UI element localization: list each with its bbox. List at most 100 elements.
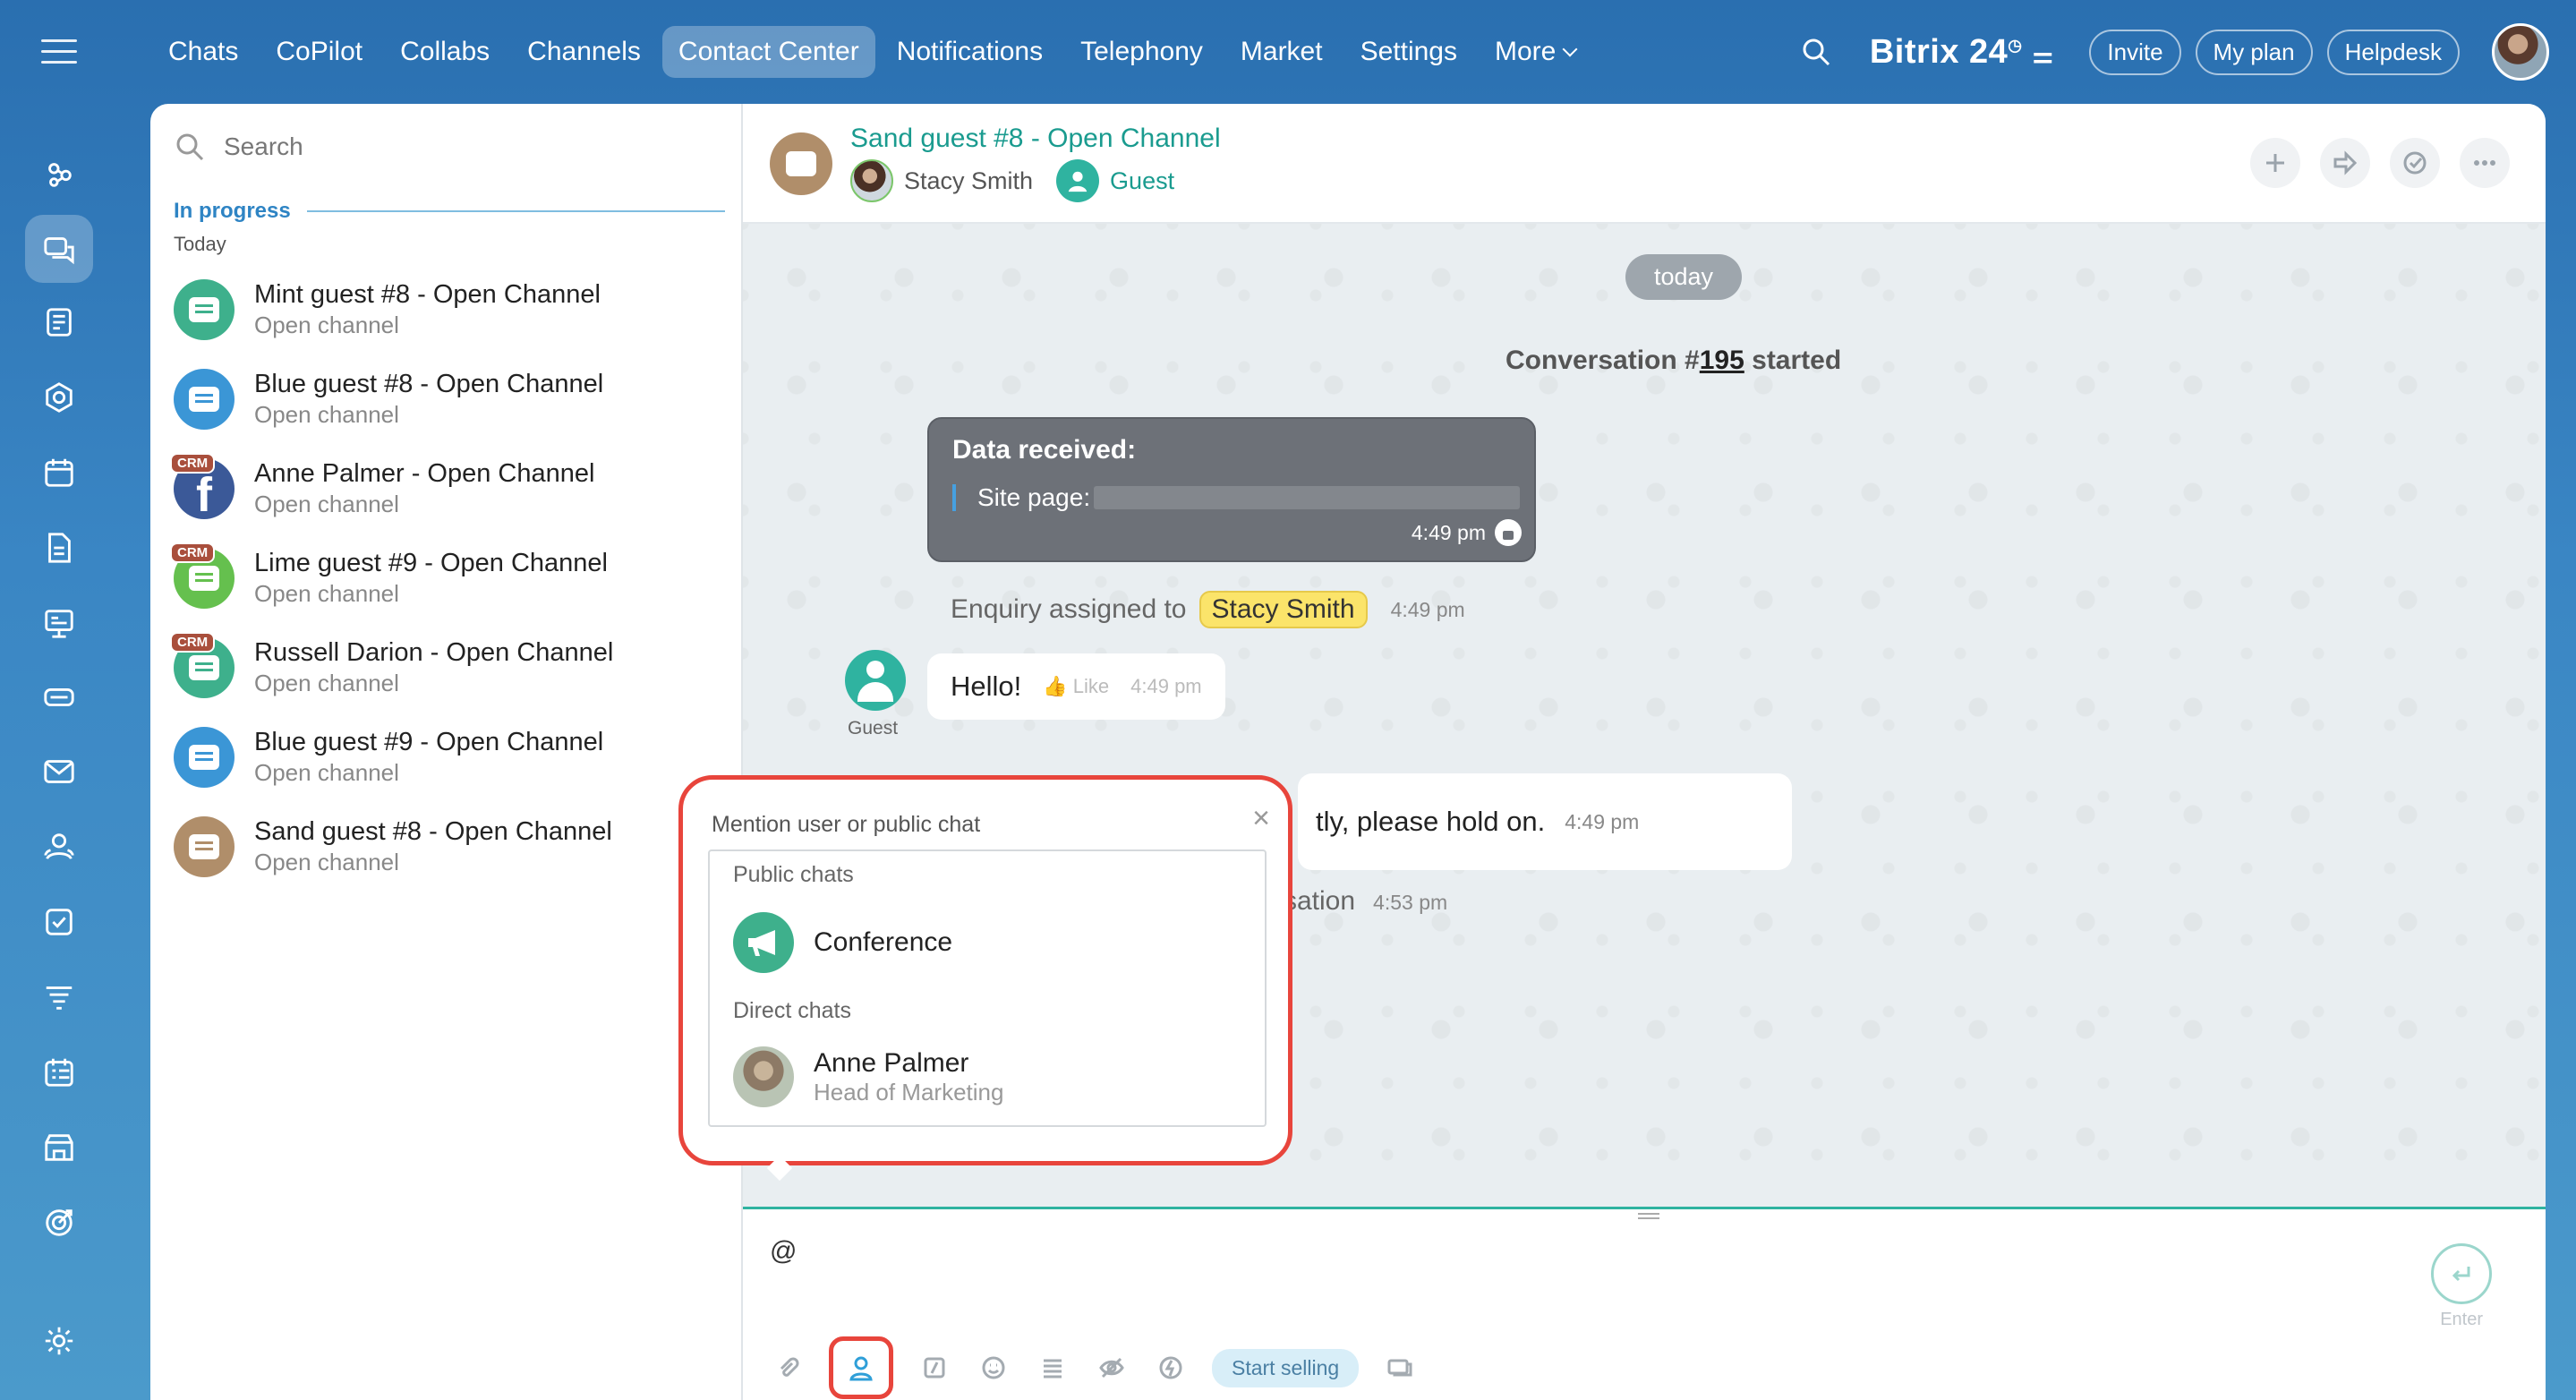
system-message: rsation 4:53 pm <box>1275 886 1447 917</box>
mention-item-anne-palmer[interactable]: Anne Palmer Head of Marketing <box>733 1046 1003 1107</box>
brand-logo[interactable]: Bitrix 24◷ ⚌ <box>1870 33 2054 72</box>
menu-icon[interactable] <box>41 39 77 66</box>
nav-chats[interactable]: Chats <box>152 26 254 78</box>
site-page-label: Site page: <box>977 483 1091 511</box>
nav-more[interactable]: More <box>1479 26 1591 78</box>
start-selling-button[interactable]: Start selling <box>1212 1348 1360 1387</box>
conversation-number-link[interactable]: 195 <box>1700 346 1744 375</box>
nav-channels[interactable]: Channels <box>511 26 657 78</box>
operator-name[interactable]: Stacy Smith <box>904 167 1033 195</box>
mention-item-conference[interactable]: Conference <box>733 912 952 973</box>
like-button[interactable]: 👍 Like <box>1043 675 1109 698</box>
hidden-message-icon[interactable] <box>1094 1350 1130 1386</box>
list-item[interactable]: f CRM Anne Palmer - Open Channel Open cha… <box>170 448 729 530</box>
chat-title: Blue guest #9 - Open Channel <box>254 728 604 756</box>
screen-icon[interactable] <box>1382 1350 1418 1386</box>
search-input[interactable]: Search <box>224 132 303 161</box>
chat-bubble-icon: CRM <box>170 632 235 698</box>
people-icon[interactable] <box>25 813 93 881</box>
list-item[interactable]: Blue guest #9 - Open Channel Open channel <box>174 716 729 798</box>
guest-message-avatar[interactable] <box>845 650 906 711</box>
enter-label: Enter <box>2440 1310 2483 1329</box>
nav-notifications[interactable]: Notifications <box>881 26 1059 78</box>
smile-icon[interactable] <box>976 1350 1011 1386</box>
message-text: Hello! <box>951 670 1022 702</box>
finish-check-icon[interactable] <box>2390 138 2440 188</box>
hexagon-icon[interactable] <box>25 363 93 431</box>
list-item[interactable]: Blue guest #8 - Open Channel Open channel <box>174 358 729 440</box>
conversation-started: Conversation #195 started <box>1506 346 1841 376</box>
command-icon[interactable] <box>917 1350 952 1386</box>
quick-answers-icon[interactable] <box>1035 1350 1070 1386</box>
message-input[interactable]: @ <box>770 1236 797 1267</box>
search-icon <box>176 133 204 161</box>
lightning-icon[interactable] <box>1153 1350 1189 1386</box>
planner-icon[interactable] <box>25 1038 93 1106</box>
conversation-panel: Sand guest #8 - Open Channel Stacy Smith… <box>741 104 2546 1400</box>
nav-contact-center[interactable]: Contact Center <box>661 26 875 78</box>
mention-item-name: Anne Palmer <box>814 1047 969 1078</box>
assigned-user-mention[interactable]: Stacy Smith <box>1198 591 1368 628</box>
feed-icon[interactable] <box>25 288 93 356</box>
forward-icon[interactable] <box>2320 138 2370 188</box>
operator-avatar[interactable] <box>850 159 893 202</box>
nav-collabs[interactable]: Collabs <box>384 26 506 78</box>
chat-search[interactable]: Search <box>174 131 303 163</box>
settings-icon[interactable] <box>25 1307 93 1375</box>
facebook-icon: f CRM <box>170 453 235 522</box>
conversation-title[interactable]: Sand guest #8 - Open Channel <box>850 124 1221 154</box>
tasks-icon[interactable] <box>25 888 93 956</box>
crm-badge: CRM <box>170 632 216 653</box>
composer-toolbar: Start selling <box>770 1336 1418 1399</box>
list-item[interactable]: CRM Lime guest #9 - Open Channel Open cha… <box>170 537 729 619</box>
resize-handle[interactable] <box>1638 1213 1659 1219</box>
attach-icon[interactable] <box>770 1350 806 1386</box>
crm-badge: CRM <box>170 453 216 474</box>
presentation-icon[interactable] <box>25 589 93 657</box>
mail-icon[interactable] <box>25 738 93 806</box>
enter-icon <box>2452 1267 2470 1282</box>
send-button[interactable] <box>2431 1243 2492 1304</box>
guest-message-label: Guest <box>848 718 899 738</box>
nav-market[interactable]: Market <box>1224 26 1339 78</box>
chat-title: Blue guest #8 - Open Channel <box>254 370 604 398</box>
chat-icon[interactable] <box>25 215 93 283</box>
goal-icon[interactable] <box>25 1189 93 1257</box>
nav-settings[interactable]: Settings <box>1344 26 1473 78</box>
nav-copilot[interactable]: CoPilot <box>260 26 379 78</box>
list-item[interactable]: Mint guest #8 - Open Channel Open channel <box>174 269 729 351</box>
helpdesk-button[interactable]: Helpdesk <box>2326 29 2460 75</box>
invite-button[interactable]: Invite <box>2089 29 2181 75</box>
chat-subtitle: Open channel <box>254 401 399 428</box>
chat-bubble-icon <box>174 279 235 340</box>
list-item[interactable]: CRM Russell Darion - Open Channel Open ch… <box>170 627 729 709</box>
calendar-icon[interactable] <box>25 439 93 507</box>
list-item[interactable]: Sand guest #8 - Open Channel Open channel <box>174 806 729 888</box>
clock-icon: ◷ <box>2008 35 2023 54</box>
chat-bubble-icon <box>174 727 235 788</box>
chat-subtitle: Open channel <box>254 491 399 517</box>
close-icon[interactable]: × <box>1252 801 1270 836</box>
mention-user-icon[interactable] <box>829 1336 893 1399</box>
user-avatar[interactable] <box>2492 23 2549 81</box>
more-icon[interactable] <box>2460 138 2510 188</box>
date-chip: today <box>1625 254 1743 300</box>
document-icon[interactable] <box>25 514 93 582</box>
filter-icon[interactable] <box>25 963 93 1031</box>
guest-name[interactable]: Guest <box>1110 167 1174 195</box>
search-icon[interactable] <box>1800 36 1832 68</box>
add-icon[interactable] <box>2250 138 2300 188</box>
sliders-icon[interactable]: ⚌ <box>2033 41 2054 68</box>
chat-subtitle: Open channel <box>254 849 399 875</box>
brand-name: Bitrix 24 <box>1869 32 2009 71</box>
chat-bubble-icon <box>770 132 832 195</box>
nav-telephony[interactable]: Telephony <box>1064 26 1219 78</box>
my-plan-button[interactable]: My plan <box>2195 29 2313 75</box>
subsection-today: Today <box>174 233 226 255</box>
store-icon[interactable] <box>25 1114 93 1182</box>
funnel-icon[interactable] <box>25 140 93 208</box>
drive-icon[interactable] <box>25 662 93 730</box>
guest-avatar[interactable] <box>1056 159 1100 202</box>
megaphone-icon <box>733 912 794 973</box>
quote-bar <box>952 484 956 511</box>
